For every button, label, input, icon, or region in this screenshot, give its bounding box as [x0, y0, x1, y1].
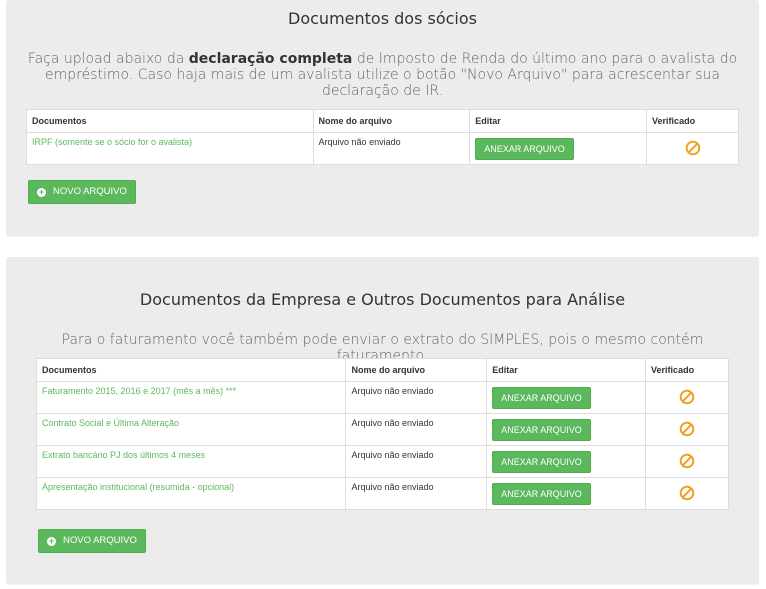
- attach-file-button[interactable]: ANEXAR ARQUIVO: [492, 419, 591, 441]
- file-name: Arquivo não enviado: [345, 445, 488, 478]
- document-name: Contrato Social e Última Alteração: [35, 413, 347, 446]
- company-documents-table: Documentos Nome do arquivo Editar Verifi…: [35, 358, 729, 510]
- table-header-row: Documentos Nome do arquivo Editar Verifi…: [26, 109, 739, 133]
- attach-file-button[interactable]: ANEXAR ARQUIVO: [492, 451, 591, 473]
- verified-cell: [645, 381, 729, 414]
- file-name: Arquivo não enviado: [345, 413, 488, 446]
- table-row: Extrato bancário PJ dos últimos 4 meses …: [35, 445, 729, 478]
- attach-file-button[interactable]: ANEXAR ARQUIVO: [492, 387, 591, 409]
- partners-documents-title: Documentos dos sócios: [288, 9, 477, 28]
- ban-icon: [679, 453, 695, 469]
- verified-cell: [645, 413, 729, 446]
- edit-cell: ANEXAR ARQUIVO: [486, 477, 647, 510]
- edit-cell: ANEXAR ARQUIVO: [469, 132, 648, 165]
- company-documents-title: Documentos da Empresa e Outros Documento…: [139, 290, 626, 309]
- table-row: IRPF (somente se o sócio for o avalista)…: [26, 132, 739, 165]
- column-header-verified: Verificado: [646, 109, 739, 133]
- ban-icon: [685, 140, 701, 156]
- table-row: Faturamento 2015, 2016 e 2017 (mês a mês…: [35, 381, 729, 414]
- edit-cell: ANEXAR ARQUIVO: [486, 381, 647, 414]
- file-name: Arquivo não enviado: [312, 132, 471, 165]
- column-header-documents: Documentos: [35, 358, 347, 382]
- column-header-file-name: Nome do arquivo: [345, 358, 488, 382]
- document-name: Faturamento 2015, 2016 e 2017 (mês a mês…: [35, 381, 347, 414]
- table-row: Apresentação institucional (resumida - o…: [35, 477, 729, 510]
- table-header-row: Documentos Nome do arquivo Editar Verifi…: [35, 358, 729, 382]
- edit-cell: ANEXAR ARQUIVO: [486, 413, 647, 446]
- column-header-edit: Editar: [486, 358, 647, 382]
- edit-cell: ANEXAR ARQUIVO: [486, 445, 647, 478]
- document-name: IRPF (somente se o sócio for o avalista): [26, 132, 314, 165]
- column-header-edit: Editar: [469, 109, 648, 133]
- column-header-documents: Documentos: [26, 109, 314, 133]
- attach-file-button[interactable]: ANEXAR ARQUIVO: [492, 483, 591, 505]
- document-name: Apresentação institucional (resumida - o…: [35, 477, 347, 510]
- ban-icon: [679, 421, 695, 437]
- ban-icon: [679, 485, 695, 501]
- new-file-label: NOVO ARQUIVO: [63, 535, 137, 546]
- attach-file-button[interactable]: ANEXAR ARQUIVO: [475, 138, 574, 160]
- table-row: Contrato Social e Última Alteração Arqui…: [35, 413, 729, 446]
- partners-documents-table: Documentos Nome do arquivo Editar Verifi…: [26, 109, 739, 165]
- new-file-label: NOVO ARQUIVO: [53, 186, 127, 197]
- new-file-button[interactable]: + NOVO ARQUIVO: [28, 180, 136, 204]
- verified-cell: [645, 445, 729, 478]
- partners-documents-description: Faça upload abaixo da declaração complet…: [26, 51, 739, 99]
- plus-circle-icon: +: [37, 187, 46, 197]
- description-emphasis: declaração completa: [188, 51, 353, 67]
- company-documents-panel: Documentos da Empresa e Outros Documento…: [6, 257, 759, 584]
- ban-icon: [679, 389, 695, 405]
- plus-circle-icon: +: [47, 536, 56, 546]
- column-header-verified: Verificado: [645, 358, 729, 382]
- description-text: Faça upload abaixo da: [27, 51, 189, 67]
- partners-documents-panel: Documentos dos sócios Faça upload abaixo…: [6, 0, 759, 236]
- new-file-button[interactable]: + NOVO ARQUIVO: [38, 529, 146, 553]
- file-name: Arquivo não enviado: [345, 477, 488, 510]
- verified-cell: [646, 132, 739, 165]
- column-header-file-name: Nome do arquivo: [312, 109, 471, 133]
- verified-cell: [645, 477, 729, 510]
- document-name: Extrato bancário PJ dos últimos 4 meses: [35, 445, 347, 478]
- file-name: Arquivo não enviado: [345, 381, 488, 414]
